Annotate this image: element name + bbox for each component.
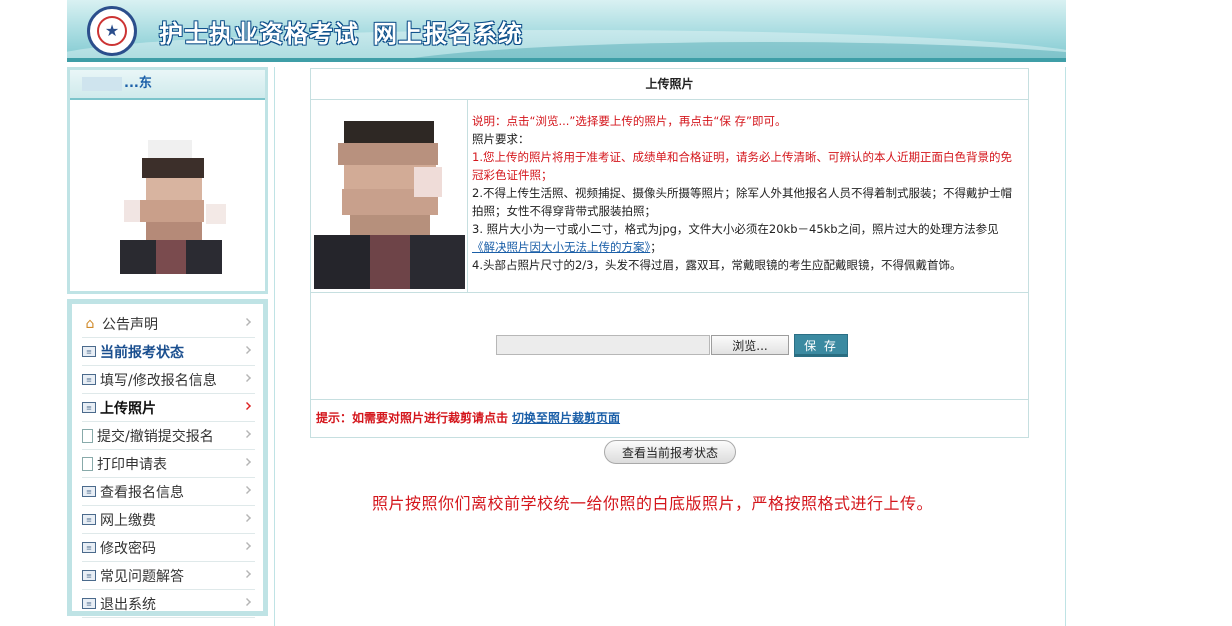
user-photo-thumbnail xyxy=(106,140,230,274)
requirement-2: 2.不得上传生活照、视频捕捉、摄像头所摄等照片；除军人外其他报名人员不得着制式服… xyxy=(472,186,1012,218)
chevron-right-icon xyxy=(243,374,251,382)
document-icon xyxy=(82,428,93,443)
nav-panel: ⌂ 公告声明 ≡ 当前报考状态 ≡ 填写/修改报名信息 ≡ 上传照片 提交/撤销提交报名… xyxy=(67,299,268,618)
requirement-1: 1.您上传的照片将用于准考证、成绩单和合格证明，请务必上传清晰、可辨认的本人近期… xyxy=(472,150,1012,182)
requirement-4: 4.头部占照片尺寸的2/3，头发不得过眉，露双耳，常戴眼镜的考生应配戴眼镜，不得… xyxy=(472,258,962,272)
file-upload-row: 浏览... 保 存 xyxy=(496,333,848,357)
nav-item-print[interactable]: 打印申请表 xyxy=(82,450,255,478)
chevron-right-icon xyxy=(243,430,251,438)
nav-item-announcement[interactable]: ⌂ 公告声明 xyxy=(82,310,255,338)
crop-tip: 提示：如需要对照片进行裁剪请点击 切换至照片裁剪页面 xyxy=(316,409,620,426)
form-icon: ≡ xyxy=(82,570,96,581)
browse-button[interactable]: 浏览... xyxy=(711,335,789,355)
nav-item-label: 网上缴费 xyxy=(100,512,156,529)
nav-item-label: 公告声明 xyxy=(102,316,158,333)
nav-item-label: 退出系统 xyxy=(100,596,156,613)
upload-instruction: 说明：点击“浏览...”选择要上传的照片，再点击“保 存”即可。 xyxy=(472,114,787,128)
upload-notice: 照片按照你们离校前学校统一给你照的白底版照片，严格按照格式进行上传。 xyxy=(372,494,934,513)
form-icon: ≡ xyxy=(82,514,96,525)
form-icon: ≡ xyxy=(82,486,96,497)
upload-heading: 上传照片 xyxy=(311,69,1028,100)
nav-item-submit[interactable]: 提交/撤销提交报名 xyxy=(82,422,255,450)
nav-item-edit-info[interactable]: ≡ 填写/修改报名信息 xyxy=(82,366,255,394)
chevron-right-icon xyxy=(243,402,251,410)
file-path-input[interactable] xyxy=(496,335,710,355)
nav-item-current-status[interactable]: ≡ 当前报考状态 xyxy=(82,338,255,366)
nav-item-faq[interactable]: ≡ 常见问题解答 xyxy=(82,562,255,590)
header-banner: ★ 护士执业资格考试 网上报名系统 xyxy=(67,0,1066,62)
system-title: 护士执业资格考试 网上报名系统 xyxy=(159,14,523,49)
form-icon: ≡ xyxy=(82,346,96,357)
uploaded-photo-preview xyxy=(314,117,465,289)
requirements-title: 照片要求： xyxy=(472,132,530,146)
chevron-right-icon xyxy=(243,458,251,466)
nav-item-label: 打印申请表 xyxy=(97,456,167,473)
exam-seal-icon: ★ xyxy=(87,6,137,56)
row-divider xyxy=(311,399,1028,400)
crop-page-link[interactable]: 切换至照片裁剪页面 xyxy=(512,411,620,425)
nav-item-label: 当前报考状态 xyxy=(100,344,184,361)
chevron-right-icon xyxy=(243,542,251,550)
nav-item-label: 查看报名信息 xyxy=(100,484,184,501)
header-divider xyxy=(67,58,1066,62)
chevron-right-icon xyxy=(243,346,251,354)
view-status-button[interactable]: 查看当前报考状态 xyxy=(604,440,736,464)
requirement-3: 3. 照片大小为一寸或小二寸，格式为jpg，文件大小必须在20kb－45kb之间… xyxy=(472,220,1022,256)
system-title-part2: 网上报名系统 xyxy=(373,20,523,48)
form-icon: ≡ xyxy=(82,542,96,553)
nav-item-label: 修改密码 xyxy=(100,540,156,557)
photo-requirements: 说明：点击“浏览...”选择要上传的照片，再点击“保 存”即可。 照片要求： 1… xyxy=(468,100,1028,292)
requirement-3-tail: ； xyxy=(650,240,662,254)
user-panel: ...东 xyxy=(67,67,268,294)
nav-item-label: 提交/撤销提交报名 xyxy=(97,428,214,445)
blurred-name xyxy=(82,76,122,91)
requirement-3-text: 3. 照片大小为一寸或小二寸，格式为jpg，文件大小必须在20kb－45kb之间… xyxy=(472,222,999,236)
nav-item-label: 上传照片 xyxy=(100,400,156,417)
chevron-right-icon xyxy=(243,486,251,494)
upload-photo-table: 上传照片 说明：点击“浏览...”选择要上传的照片，再点击“保 存”即可。 照片… xyxy=(310,68,1029,438)
crop-tip-text: 提示：如需要对照片进行裁剪请点击 xyxy=(316,411,509,425)
nav-item-payment[interactable]: ≡ 网上缴费 xyxy=(82,506,255,534)
form-icon: ≡ xyxy=(82,402,96,413)
form-icon: ≡ xyxy=(82,374,96,385)
user-name-bar: ...东 xyxy=(70,70,265,100)
document-icon xyxy=(82,456,93,471)
nav-item-label: 填写/修改报名信息 xyxy=(100,372,217,389)
nav-item-change-password[interactable]: ≡ 修改密码 xyxy=(82,534,255,562)
chevron-right-icon xyxy=(243,598,251,606)
save-button[interactable]: 保 存 xyxy=(794,333,848,357)
nav-item-view-info[interactable]: ≡ 查看报名信息 xyxy=(82,478,255,506)
nav-item-upload-photo[interactable]: ≡ 上传照片 xyxy=(82,394,255,422)
nav-item-label: 常见问题解答 xyxy=(100,568,184,585)
chevron-right-icon xyxy=(243,514,251,522)
form-icon: ≡ xyxy=(82,598,96,609)
resize-solution-link[interactable]: 《解决照片因大小无法上传的方案》 xyxy=(472,240,650,254)
row-divider xyxy=(311,292,1028,293)
home-icon: ⌂ xyxy=(85,315,95,332)
system-title-part1: 护士执业资格考试 xyxy=(159,20,359,48)
chevron-right-icon xyxy=(243,318,251,326)
nav-item-logout[interactable]: ≡ 退出系统 xyxy=(82,590,255,618)
nav-list: ⌂ 公告声明 ≡ 当前报考状态 ≡ 填写/修改报名信息 ≡ 上传照片 提交/撤销提交报名… xyxy=(82,310,255,618)
chevron-right-icon xyxy=(243,570,251,578)
user-name: ...东 xyxy=(124,76,152,91)
photo-preview-cell xyxy=(311,100,468,292)
